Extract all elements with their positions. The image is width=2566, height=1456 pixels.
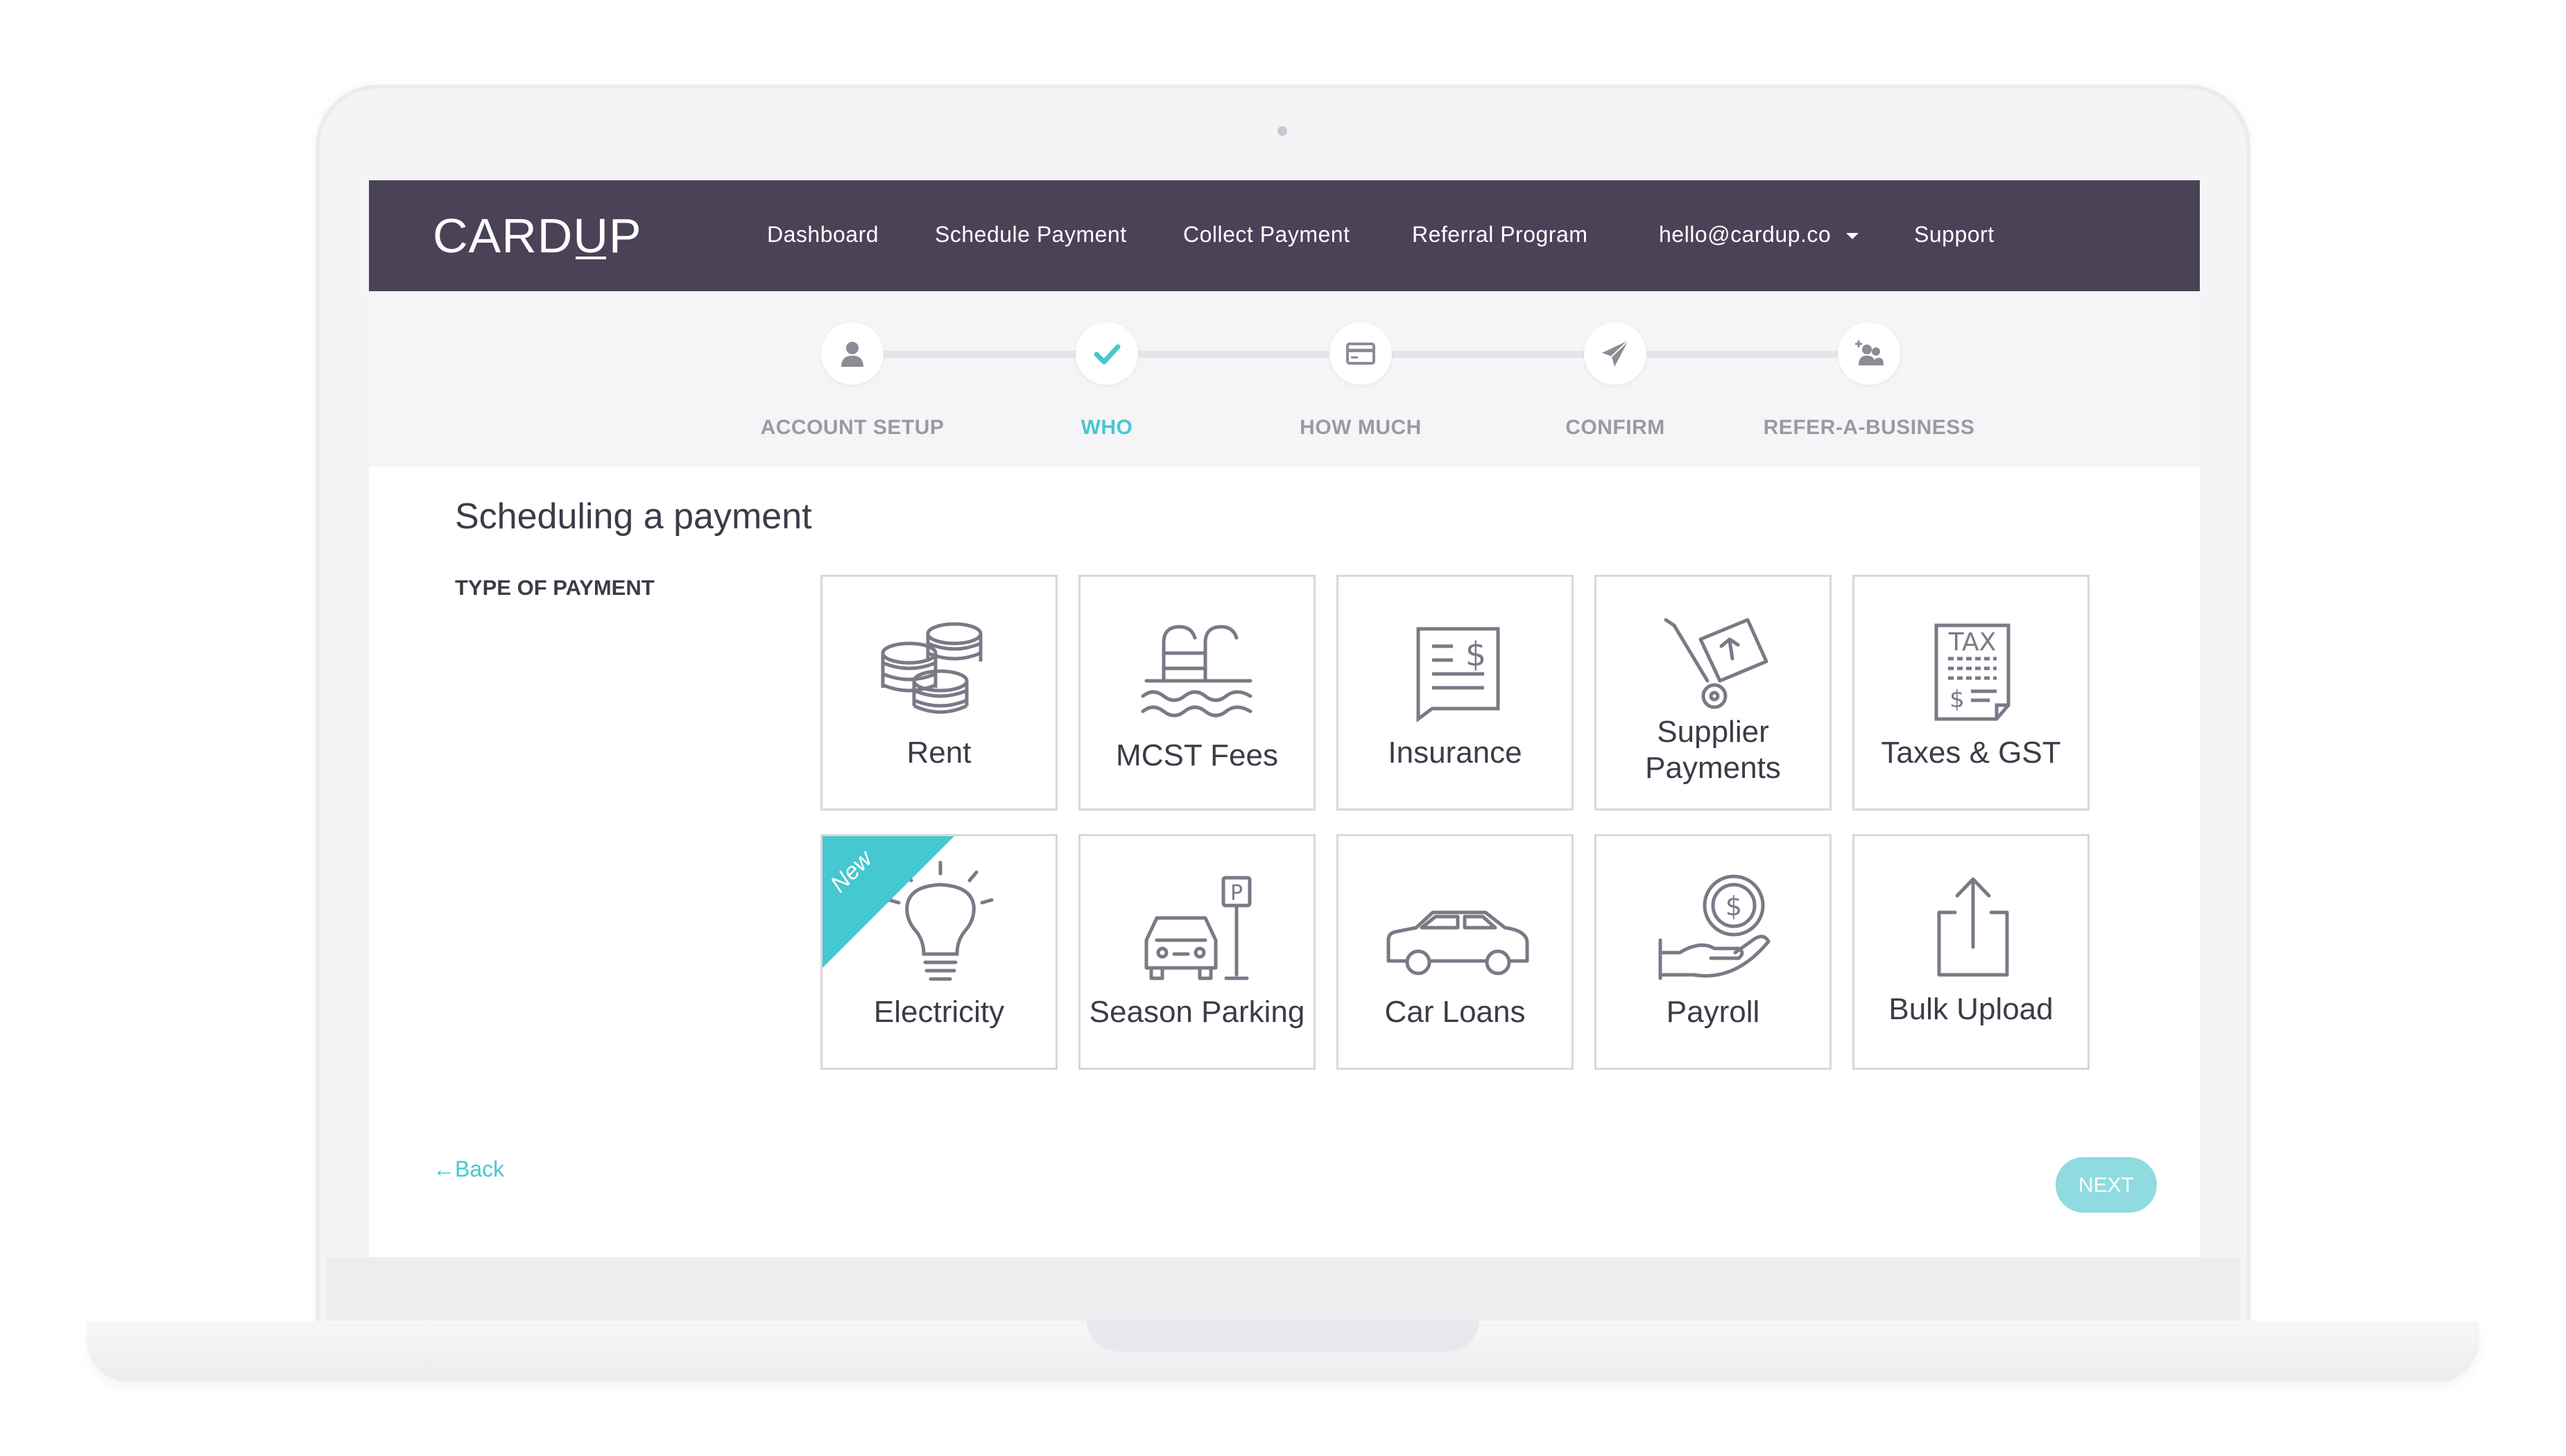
step-label-how-much: HOW MUCH (1300, 416, 1422, 439)
next-button[interactable]: NEXT (2056, 1157, 2157, 1213)
nav-referral-program[interactable]: Referral Program (1412, 222, 1587, 248)
car-icon (1386, 910, 1529, 976)
svg-text:$: $ (1949, 686, 1965, 713)
step-label-refer-a-business: REFER-A-BUSINESS (1763, 416, 1975, 439)
new-badge (823, 836, 954, 968)
arrow-left-icon: ← (433, 1156, 455, 1181)
back-link[interactable]: ←Back (433, 1156, 504, 1182)
svg-text:TAX: TAX (1948, 628, 1996, 657)
chevron-down-icon[interactable] (1846, 233, 1859, 239)
type-of-payment-label: TYPE OF PAYMENT (455, 575, 655, 600)
paper-plane-icon[interactable] (1584, 322, 1646, 385)
payment-type-taxes-gst[interactable]: TAX $ Taxes & GST (1852, 575, 2090, 811)
back-link-label: Back (455, 1156, 505, 1181)
pool-icon (1141, 625, 1252, 718)
nav-dashboard[interactable]: Dashboard (767, 222, 879, 248)
tile-label: Bulk Upload (1888, 992, 2053, 1026)
svg-text:$: $ (1725, 891, 1742, 921)
user-icon[interactable] (821, 322, 884, 385)
car-parking-icon: P (1144, 876, 1252, 980)
payment-type-rent[interactable]: Rent (820, 575, 1058, 811)
svg-text:P: P (1230, 881, 1243, 905)
payment-type-bulk-upload[interactable]: Bulk Upload (1852, 834, 2090, 1070)
tax-document-icon: TAX $ (1934, 623, 2010, 721)
tile-label: Rent (906, 736, 972, 770)
app-screen: CARDUP Dashboard Schedule Payment Collec… (369, 180, 2200, 1257)
step-label-who: WHO (1080, 416, 1133, 439)
coins-icon (881, 622, 983, 714)
tile-label: Electricity (873, 995, 1005, 1029)
add-users-icon[interactable] (1838, 322, 1900, 385)
page-title: Scheduling a payment (455, 496, 812, 537)
camera-dot (1277, 126, 1287, 136)
tile-label: Taxes & GST (1881, 736, 2061, 770)
tile-label: Payments (1645, 751, 1781, 785)
payment-type-season-parking[interactable]: P Season Parking (1078, 834, 1316, 1070)
payment-type-supplier-payments[interactable]: Supplier Payments (1594, 575, 1832, 811)
payment-type-car-loans[interactable]: Car Loans (1336, 834, 1574, 1070)
progress-stepper: ACCOUNT SETUP WHO HOW MUCH CONFIRM REFER… (369, 291, 2200, 467)
nav-collect-payment[interactable]: Collect Payment (1183, 222, 1350, 248)
upload-icon (1937, 877, 2009, 977)
tile-label: Payroll (1666, 995, 1760, 1029)
top-navbar: CARDUP Dashboard Schedule Payment Collec… (369, 180, 2200, 291)
account-menu[interactable]: hello@cardup.co (1659, 222, 1831, 248)
payment-type-insurance[interactable]: $ Insurance (1336, 575, 1574, 811)
cardup-logo[interactable]: CARDUP (433, 208, 642, 263)
nav-schedule-payment[interactable]: Schedule Payment (935, 222, 1127, 248)
tile-label: MCST Fees (1116, 738, 1278, 772)
laptop-notch (1087, 1321, 1479, 1351)
step-label-account-setup: ACCOUNT SETUP (760, 416, 945, 439)
tile-label: Insurance (1388, 736, 1522, 770)
tile-label: Car Loans (1384, 995, 1526, 1029)
credit-card-icon[interactable] (1329, 322, 1392, 385)
payment-type-electricity[interactable]: New Electricity (820, 834, 1058, 1070)
payment-type-mcst-fees[interactable]: MCST Fees (1078, 575, 1316, 811)
nav-support[interactable]: Support (1914, 222, 1995, 248)
checkmark-icon[interactable] (1076, 322, 1138, 385)
svg-text:$: $ (1465, 635, 1487, 674)
tile-label: Supplier (1657, 715, 1769, 749)
tile-label: Season Parking (1089, 995, 1305, 1029)
laptop-bezel (326, 1257, 2240, 1321)
payment-type-payroll[interactable]: $ Payroll (1594, 834, 1832, 1070)
hand-coin-icon: $ (1658, 874, 1771, 980)
document-dollar-icon: $ (1416, 627, 1500, 722)
step-label-confirm: CONFIRM (1565, 416, 1665, 439)
